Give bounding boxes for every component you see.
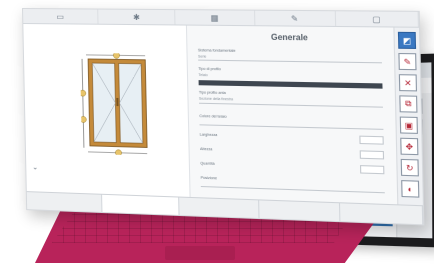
field-label: Tipo profilo anta: [198, 90, 226, 96]
bottom-tab[interactable]: [258, 200, 341, 222]
height-input[interactable]: [359, 150, 385, 160]
grid-icon[interactable]: ▦: [175, 10, 255, 26]
position-input[interactable]: [200, 179, 385, 194]
save-icon[interactable]: ▭: [23, 9, 99, 24]
color-icon[interactable]: ◐: [401, 180, 420, 198]
field-label: Altezza: [199, 146, 213, 152]
expand-icon[interactable]: ▢: [335, 11, 419, 27]
bottom-tab[interactable]: [339, 203, 424, 225]
field-label: Sistema fondamentale: [197, 48, 236, 53]
width-input[interactable]: [359, 135, 384, 145]
chevron-down-icon[interactable]: ⌄: [32, 163, 38, 171]
window-handle: [116, 97, 119, 107]
dimension-marker: [79, 89, 86, 96]
delete-icon[interactable]: ✕: [398, 74, 418, 92]
dimension-marker: [80, 116, 86, 122]
properties-pane: Generale Sistema fondamentale Serie Tipo…: [186, 25, 399, 205]
settings-icon[interactable]: ✱: [98, 9, 176, 25]
window-drawing[interactable]: [79, 52, 154, 156]
tool-sidebar: ◩ ✎ ✕ ⧉ ▣ ✥ ↻ ◐: [393, 27, 423, 206]
dimension-marker: [115, 150, 121, 156]
field-value: Telaio: [198, 72, 208, 78]
window-glass-right: [119, 63, 143, 143]
move-icon[interactable]: ✥: [400, 137, 419, 156]
height-dimension-line: [82, 59, 84, 148]
quantity-input[interactable]: [359, 165, 385, 175]
frame-color-select[interactable]: [199, 118, 384, 130]
trackpad: [165, 246, 235, 260]
window-preview-pane: ⌄: [23, 24, 191, 197]
field-label: Quantità: [200, 161, 215, 166]
profile-type-select[interactable]: [198, 80, 383, 89]
dimension-marker: [113, 52, 119, 59]
open-icon[interactable]: ▣: [399, 116, 418, 134]
bottom-tab[interactable]: [102, 194, 180, 215]
app-window: ▭ ✱ ▦ ✎ ▢ ⌄ Generale Sistema fondamental…: [22, 8, 425, 226]
field-label: Tipo di profilo: [198, 66, 221, 72]
rotate-icon[interactable]: ↻: [400, 158, 419, 177]
select-icon[interactable]: ◩: [397, 31, 417, 49]
field-label: Larghezza: [199, 132, 218, 138]
base-system-select[interactable]: [197, 53, 382, 64]
sash-profile-select[interactable]: [198, 96, 383, 108]
copy-icon[interactable]: ⧉: [399, 95, 418, 113]
page-title: Generale: [270, 32, 308, 43]
window-glass-left: [92, 63, 116, 142]
edit-icon[interactable]: ✎: [398, 52, 417, 71]
bottom-tab[interactable]: [26, 192, 103, 213]
pencil-icon[interactable]: ✎: [254, 10, 336, 26]
bottom-tab[interactable]: [179, 197, 260, 219]
